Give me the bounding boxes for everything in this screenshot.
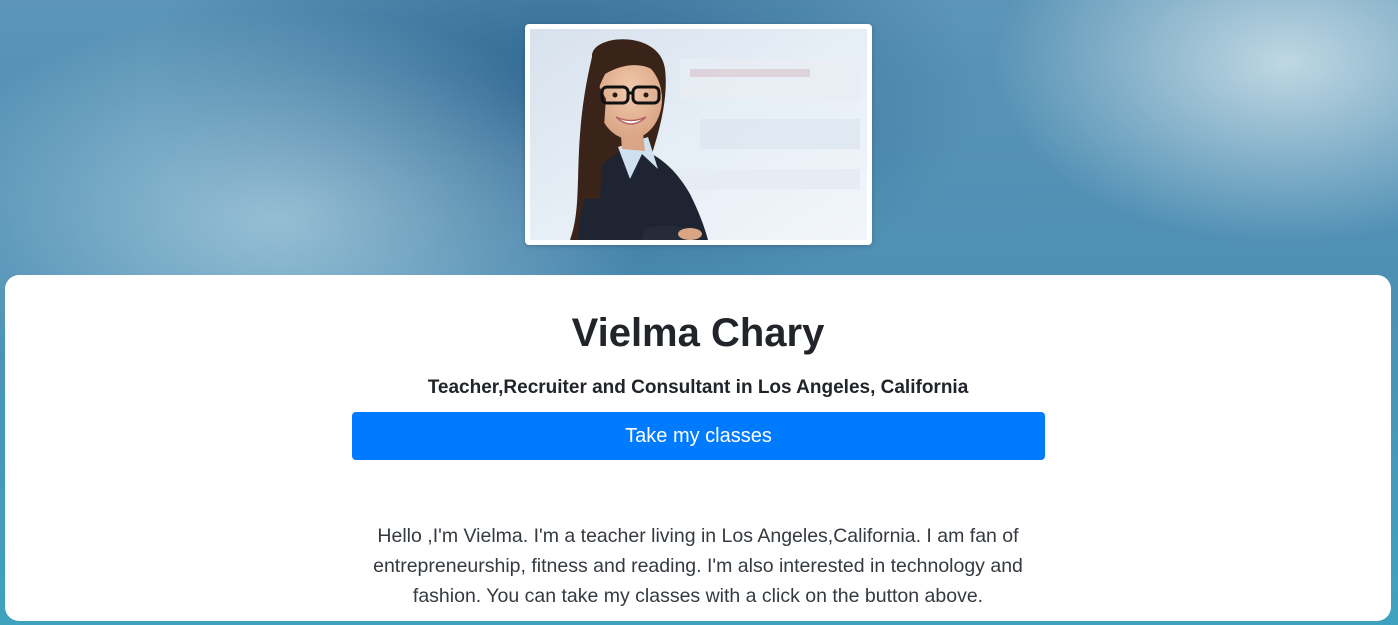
profile-bio: Hello ,I'm Vielma. I'm a teacher living … xyxy=(373,525,1023,607)
take-my-classes-button[interactable]: Take my classes xyxy=(352,412,1045,460)
profile-card: Vielma Chary Teacher,Recruiter and Consu… xyxy=(5,275,1391,621)
profile-photo xyxy=(530,29,867,240)
profile-subtitle: Teacher,Recruiter and Consultant in Los … xyxy=(427,377,969,398)
profile-name: Vielma Chary xyxy=(571,311,825,355)
profile-photo-frame xyxy=(525,24,872,245)
